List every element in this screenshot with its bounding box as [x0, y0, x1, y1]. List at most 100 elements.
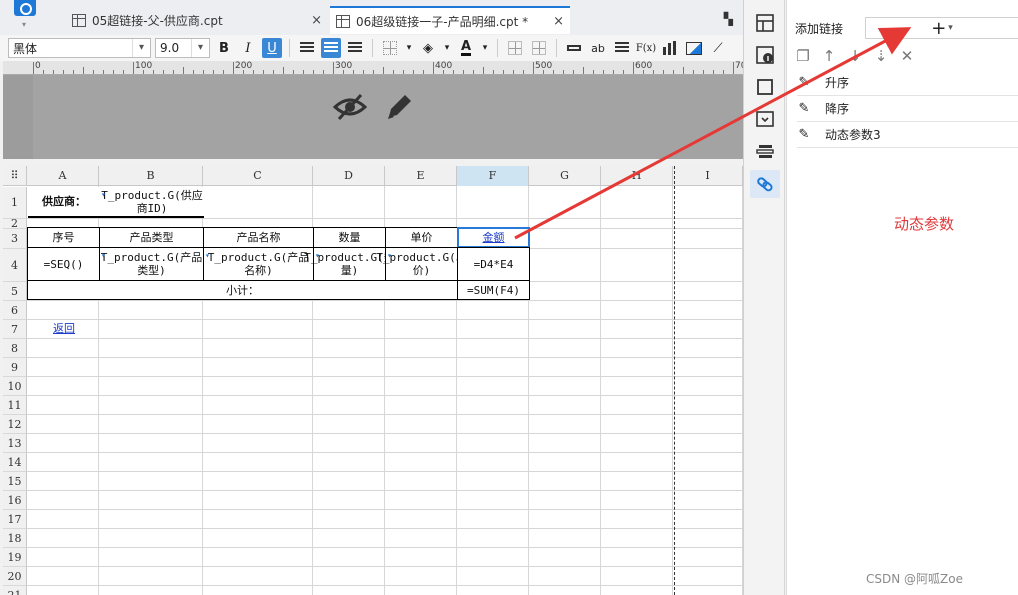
cell-d4[interactable]: ▾ T_product.G(数量)	[304, 247, 395, 281]
edit-pencil-icon[interactable]	[383, 91, 415, 123]
row-header-7[interactable]: 7	[3, 320, 27, 339]
tab-product-detail[interactable]: 06超级链接一子-产品明细.cpt * ×	[330, 6, 570, 34]
column-header-b[interactable]: B	[99, 166, 203, 186]
sort-icon[interactable]: ⇣	[873, 47, 889, 65]
insert-row-button[interactable]	[564, 38, 584, 58]
cell-f3-hyperlink[interactable]: 金额	[457, 227, 530, 248]
align-left-button[interactable]	[297, 38, 317, 58]
fill-color-button[interactable]: ◈	[418, 38, 438, 58]
cell-b1[interactable]: ▾ T_product.G(供应商ID)	[100, 187, 204, 218]
move-down-icon[interactable]: ↓	[847, 47, 863, 65]
cell-a5-subtotal[interactable]: 小计：	[27, 280, 458, 300]
close-icon[interactable]: ×	[553, 14, 564, 29]
row-header-16[interactable]: 16	[3, 491, 27, 510]
wrap-text-button[interactable]	[612, 38, 632, 58]
font-size-select[interactable]: 9.0 ▾	[155, 38, 210, 58]
add-link-button[interactable]: + ▾	[865, 17, 1018, 39]
condition-icon[interactable]	[756, 110, 774, 128]
chevron-down-icon[interactable]: ▾	[404, 38, 414, 58]
chevron-down-icon: ▾	[948, 23, 953, 33]
cell-f5[interactable]: =SUM(F4)	[457, 280, 530, 300]
row-header-2[interactable]: 2	[3, 217, 27, 230]
cell-b3[interactable]: 产品类型	[99, 227, 204, 248]
column-header-d[interactable]: D	[313, 166, 385, 186]
ruler-label: 0	[35, 61, 41, 71]
tab-supplier-report[interactable]: 05超链接-父-供应商.cpt ×	[66, 8, 328, 32]
eye-slash-icon[interactable]	[333, 91, 367, 123]
font-family-select[interactable]: 黑体 ▾	[8, 38, 151, 58]
slash-button[interactable]: ⟋	[708, 38, 728, 58]
align-center-button[interactable]	[321, 38, 341, 58]
widget-icon[interactable]	[756, 78, 774, 96]
row-header-18[interactable]: 18	[3, 529, 27, 548]
bold-button[interactable]: B	[214, 38, 234, 58]
row-header-19[interactable]: 19	[3, 548, 27, 567]
row-header-3[interactable]: 3	[3, 229, 27, 249]
link-item-ascending[interactable]: ✎ 升序	[797, 70, 1018, 96]
row-header-15[interactable]: 15	[3, 472, 27, 491]
row-header-5[interactable]: 5	[3, 282, 27, 301]
column-header-e[interactable]: E	[385, 166, 457, 186]
text-color-button[interactable]: A	[456, 38, 476, 58]
column-header-a[interactable]: A	[27, 166, 99, 186]
hyperlink-tab[interactable]	[750, 170, 780, 198]
row-header-4[interactable]: 4	[3, 249, 27, 282]
cell-info-icon[interactable]	[756, 46, 774, 64]
delete-icon[interactable]: ✕	[899, 47, 915, 65]
row-header-12[interactable]: 12	[3, 415, 27, 434]
cell-b4[interactable]: ▾ T_product.G(产品类型)	[99, 247, 204, 281]
cell-a4[interactable]: =SEQ()	[27, 247, 100, 281]
link-item-descending[interactable]: ✎ 降序	[797, 96, 1018, 122]
column-header-i[interactable]: I	[673, 166, 743, 186]
select-all-corner[interactable]: ⠿	[3, 166, 27, 186]
row-header-9[interactable]: 9	[3, 358, 27, 377]
app-menu-button[interactable]: ▾	[6, 0, 46, 30]
ruler-tick	[573, 70, 574, 74]
cell-c3[interactable]: 产品名称	[203, 227, 314, 248]
close-icon[interactable]: ×	[311, 13, 322, 28]
row-header-14[interactable]: 14	[3, 453, 27, 472]
cell-c4[interactable]: ▾ T_product.G(产品名称)	[203, 247, 314, 281]
stack-icon[interactable]	[756, 142, 774, 160]
chevron-down-icon[interactable]: ▾	[480, 38, 490, 58]
row-header-21[interactable]: 21	[3, 586, 27, 595]
row-header-11[interactable]: 11	[3, 396, 27, 415]
cell-attributes-icon[interactable]	[756, 14, 774, 32]
cell-f4[interactable]: =D4*E4	[457, 247, 530, 281]
tab-list-menu-icon[interactable]: ▚	[724, 12, 733, 26]
link-item-label: 升序	[825, 76, 850, 90]
cell-a1[interactable]: 供应商：	[28, 187, 100, 218]
align-right-button[interactable]	[345, 38, 365, 58]
border-icon	[383, 41, 397, 55]
row-header-8[interactable]: 8	[3, 339, 27, 358]
row-header-1[interactable]: 1	[3, 187, 27, 219]
cell-d3[interactable]: 数量	[313, 227, 386, 248]
ruler-tick	[233, 62, 234, 74]
cell-a7-return-link[interactable]: 返回	[28, 319, 100, 337]
border-button[interactable]	[380, 38, 400, 58]
freeze-button[interactable]	[505, 38, 525, 58]
underline-button[interactable]: U	[262, 38, 282, 58]
merge-button[interactable]	[529, 38, 549, 58]
chart-button[interactable]	[660, 38, 680, 58]
copy-icon[interactable]: ❐	[795, 47, 811, 65]
column-header-g[interactable]: G	[529, 166, 601, 186]
row-header-13[interactable]: 13	[3, 434, 27, 453]
column-header-f[interactable]: F	[457, 166, 529, 186]
italic-button[interactable]: I	[238, 38, 258, 58]
chevron-down-icon[interactable]: ▾	[442, 38, 452, 58]
text-style-button[interactable]: ab	[588, 38, 608, 58]
image-button[interactable]	[684, 38, 704, 58]
formula-button[interactable]: F(x)	[636, 38, 656, 58]
link-item-dynamic-param[interactable]: ✎ 动态参数3	[797, 122, 1018, 148]
cell-a3[interactable]: 序号	[27, 227, 100, 248]
row-header-6[interactable]: 6	[3, 301, 27, 320]
row-header-17[interactable]: 17	[3, 510, 27, 529]
row-header-10[interactable]: 10	[3, 377, 27, 396]
cell-e3[interactable]: 单价	[385, 227, 458, 248]
move-up-icon[interactable]: ↑	[821, 47, 837, 65]
row-header-20[interactable]: 20	[3, 567, 27, 586]
column-header-h[interactable]: H	[601, 166, 673, 186]
cell-e4[interactable]: ▾ T_product.G(单价)	[376, 247, 467, 281]
column-header-c[interactable]: C	[203, 166, 313, 186]
